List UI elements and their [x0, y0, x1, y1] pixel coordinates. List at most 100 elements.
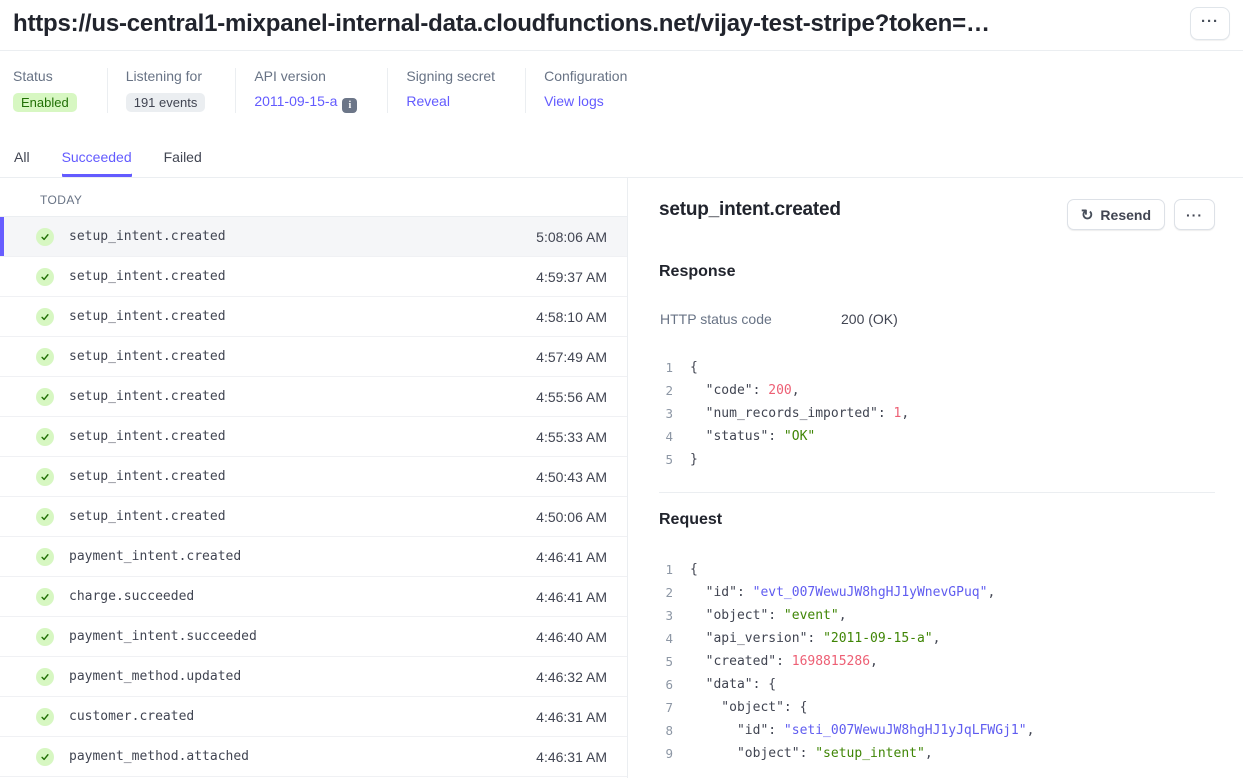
event-row[interactable]: setup_intent.created4:50:43 AM: [0, 457, 627, 497]
success-check-icon: [36, 388, 54, 406]
event-time: 4:58:10 AM: [536, 309, 607, 325]
success-check-icon: [36, 508, 54, 526]
event-name: customer.created: [69, 709, 194, 724]
tab-succeeded[interactable]: Succeeded: [62, 149, 132, 177]
line-number: 1: [659, 558, 673, 581]
success-check-icon: [36, 308, 54, 326]
code-token: "evt_007WewuJW8hgHJ1yWnevGPuq": [753, 581, 988, 604]
endpoint-header: https://us-central1-mixpanel-internal-da…: [0, 0, 1243, 51]
success-check-icon: [36, 548, 54, 566]
code-token: {: [690, 558, 698, 581]
event-row[interactable]: setup_intent.created 4:59:37 AM: [0, 257, 627, 297]
event-name: setup_intent.created: [69, 469, 226, 484]
event-row[interactable]: setup_intent.created4:55:56 AM: [0, 377, 627, 417]
code-token: "object":: [690, 604, 784, 627]
success-check-icon: [36, 668, 54, 686]
code-token: "id":: [690, 719, 784, 742]
code-line: 3 "num_records_imported": 1,: [659, 402, 1215, 425]
code-line: 2 "code": 200,: [659, 379, 1215, 402]
request-code-block: 1{2 "id": "evt_007WewuJW8hgHJ1yWnevGPuq"…: [659, 558, 1215, 765]
detail-header: setup_intent.created ↻ Resend ···: [659, 199, 1215, 230]
line-number: 5: [659, 448, 673, 471]
success-check-icon: [36, 748, 54, 766]
event-name: charge.succeeded: [69, 589, 194, 604]
event-time: 4:59:37 AM: [536, 269, 607, 285]
code-token: }: [690, 448, 698, 471]
status-item-value[interactable]: View logs: [544, 93, 604, 109]
code-line: 5}: [659, 448, 1215, 471]
event-row[interactable]: payment_intent.created 4:46:41 AM: [0, 537, 627, 577]
line-number: 2: [659, 379, 673, 402]
event-name: setup_intent.created: [69, 269, 226, 284]
event-name: payment_method.attached: [69, 749, 249, 764]
status-bar: StatusEnabledListening for191 eventsAPI …: [0, 51, 1243, 127]
event-row[interactable]: setup_intent.created 4:58:10 AM: [0, 297, 627, 337]
event-time: 4:57:49 AM: [536, 349, 607, 365]
status-item-value[interactable]: 2011-09-15-a: [254, 93, 337, 109]
event-row[interactable]: setup_intent.created4:50:06 AM: [0, 497, 627, 537]
event-time: 4:46:32 AM: [536, 669, 607, 685]
endpoint-overflow-button[interactable]: ···: [1190, 7, 1230, 40]
request-heading: Request: [659, 511, 1215, 529]
event-row[interactable]: setup_intent.created4:55:33 AM: [0, 417, 627, 457]
event-row[interactable]: payment_method.updated4:46:32 AM: [0, 657, 627, 697]
code-token: "object":: [690, 742, 815, 765]
event-row[interactable]: payment_method.attached4:46:31 AM: [0, 737, 627, 777]
status-item-configuration: ConfigurationView logs: [526, 68, 657, 113]
event-rows: setup_intent.created5:08:06 AMsetup_inte…: [0, 217, 627, 777]
status-item-api-version: API version2011-09-15-ai: [236, 68, 388, 113]
response-heading: Response: [659, 263, 1215, 281]
status-item-value[interactable]: Reveal: [406, 93, 450, 109]
event-name: payment_intent.created: [69, 549, 241, 564]
event-time: 5:08:06 AM: [536, 229, 607, 245]
event-row[interactable]: setup_intent.created 4:57:49 AM: [0, 337, 627, 377]
event-name: setup_intent.created: [69, 309, 226, 324]
code-token: "id":: [690, 581, 753, 604]
event-row[interactable]: customer.created 4:46:31 AM: [0, 697, 627, 737]
event-row[interactable]: charge.succeeded4:46:41 AM: [0, 577, 627, 617]
code-token: "setup_intent": [815, 742, 925, 765]
line-number: 4: [659, 627, 673, 650]
detail-title: setup_intent.created: [659, 199, 841, 221]
success-check-icon: [36, 228, 54, 246]
code-line: 6 "data": {: [659, 673, 1215, 696]
tab-failed[interactable]: Failed: [164, 149, 202, 177]
event-time: 4:46:40 AM: [536, 629, 607, 645]
success-check-icon: [36, 428, 54, 446]
code-line: 8 "id": "seti_007WewuJW8hgHJ1yJqLFWGj1",: [659, 719, 1215, 742]
success-check-icon: [36, 268, 54, 286]
line-number: 5: [659, 650, 673, 673]
event-row[interactable]: setup_intent.created5:08:06 AM: [0, 217, 627, 257]
code-line: 3 "object": "event",: [659, 604, 1215, 627]
line-number: 3: [659, 402, 673, 425]
code-line: 4 "status": "OK": [659, 425, 1215, 448]
http-status-value: 200 (OK): [841, 311, 898, 327]
api-version-info-icon[interactable]: i: [342, 98, 357, 113]
code-token: ,: [901, 402, 909, 425]
code-token: ,: [839, 604, 847, 627]
event-row[interactable]: payment_intent.succeeded4:46:40 AM: [0, 617, 627, 657]
code-line: 1{: [659, 356, 1215, 379]
line-number: 8: [659, 719, 673, 742]
status-item-value: Enabled: [13, 93, 77, 112]
code-line: 4 "api_version": "2011-09-15-a",: [659, 627, 1215, 650]
status-item-value: 191 events: [126, 93, 206, 112]
refresh-icon: ↻: [1081, 206, 1094, 224]
event-list-panel: TODAY setup_intent.created5:08:06 AMsetu…: [0, 178, 628, 778]
event-time: 4:46:31 AM: [536, 709, 607, 725]
code-token: ,: [870, 650, 878, 673]
code-token: ,: [792, 379, 800, 402]
code-token: "num_records_imported":: [690, 402, 894, 425]
http-status-label: HTTP status code: [660, 311, 841, 327]
code-token: "object": {: [690, 696, 807, 719]
tab-all[interactable]: All: [14, 149, 30, 177]
event-name: setup_intent.created: [69, 509, 226, 524]
code-token: 1698815286: [792, 650, 870, 673]
detail-overflow-button[interactable]: ···: [1174, 199, 1215, 230]
resend-button[interactable]: ↻ Resend: [1067, 199, 1165, 230]
event-detail-panel: setup_intent.created ↻ Resend ··· Respon…: [628, 178, 1243, 778]
event-time: 4:46:41 AM: [536, 549, 607, 565]
code-line: 7 "object": {: [659, 696, 1215, 719]
main-split: TODAY setup_intent.created5:08:06 AMsetu…: [0, 178, 1243, 778]
event-name: setup_intent.created: [69, 349, 226, 364]
